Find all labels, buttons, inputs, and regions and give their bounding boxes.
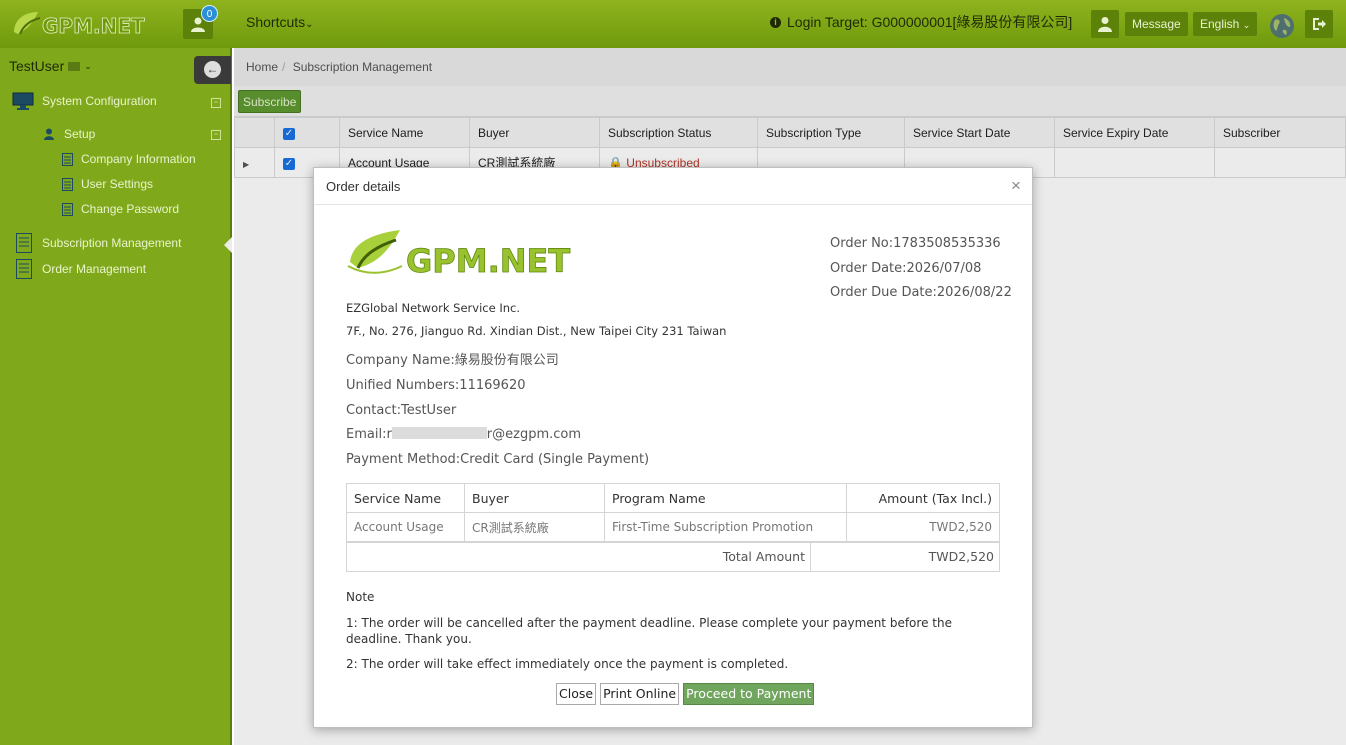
sidebar-item-label: Change Password [81, 202, 180, 216]
document-icon [16, 233, 32, 253]
total-label: Total Amount [346, 541, 811, 572]
globe-icon[interactable] [1269, 13, 1295, 39]
sidebar-item-subscription-management[interactable]: Subscription Management [14, 233, 181, 253]
document-icon [62, 177, 73, 191]
username: TestUser [9, 58, 65, 74]
total-row: Total Amount TWD2,520 [346, 541, 1000, 572]
order-items-table: Service Name Buyer Program Name Amount (… [346, 483, 1000, 542]
order-number: Order No:1783508535336 [830, 236, 1001, 251]
note-item-2: 2: The order will take effect immediatel… [346, 656, 789, 671]
top-bar: GPM.NET 0 Shortcuts⌄ i Login Target: G00… [0, 0, 1346, 48]
notifications-button[interactable]: 0 [183, 5, 218, 39]
language-label: English [1200, 17, 1240, 31]
monitor-icon [12, 92, 34, 110]
unified-numbers: Unified Numbers:11169620 [346, 377, 526, 393]
gpm-net-logo[interactable]: GPM.NET [10, 8, 165, 40]
column-header: Buyer [464, 483, 605, 513]
chevron-down-icon: ⌄ [1242, 20, 1251, 30]
note-title: Note [346, 590, 375, 604]
note-item-1: 1: The order will be cancelled after the… [346, 615, 952, 647]
chevron-down-icon: ⌄ [84, 60, 92, 71]
info-icon: i [770, 16, 781, 28]
total-value: TWD2,520 [810, 541, 1000, 572]
sidebar-item-label: User Settings [81, 177, 154, 191]
column-header: Service Name [346, 483, 465, 513]
cell-service-name: Account Usage [346, 512, 465, 542]
email-prefix: Email:r [346, 427, 392, 443]
gpm-net-logo: GPM.NET [347, 230, 571, 280]
seller-info: EZGlobal Network Service Inc. 7F., No. 2… [346, 297, 726, 343]
sidebar-item-label: Order Management [42, 262, 147, 276]
email-suffix: r@ezgpm.com [486, 427, 582, 443]
contact: Contact:TestUser [346, 402, 457, 418]
logout-button[interactable] [1305, 10, 1333, 38]
seller-address: 7F., No. 276, Jianguo Rd. Xindian Dist.,… [346, 324, 727, 338]
svg-text:GPM.NET: GPM.NET [406, 242, 570, 280]
language-select[interactable]: English ⌄ [1193, 12, 1258, 36]
email: Email:r r@ezgpm.com [346, 423, 649, 448]
document-icon [62, 152, 73, 166]
cell-program-name: First-Time Subscription Promotion [604, 512, 847, 542]
document-icon [16, 259, 32, 279]
sidebar-item-system-configuration[interactable]: System Configuration [12, 92, 157, 110]
note-section: Note 1: The order will be cancelled afte… [346, 589, 1002, 680]
dialog-header: Order details × [314, 168, 1032, 205]
sidebar: TestUser ⌄ ← System Configuration − Setu… [0, 48, 232, 745]
svg-text:GPM.NET: GPM.NET [42, 14, 145, 38]
close-icon[interactable]: × [1011, 176, 1021, 196]
company-name: Company Name:綠易股份有限公司 [346, 353, 559, 368]
sidebar-item-label: System Configuration [42, 94, 157, 108]
user-profile-button[interactable] [1091, 10, 1119, 38]
login-target-text: Login Target: G000000001[綠易股份有限公司] [787, 14, 1073, 30]
payment-method: Payment Method:Credit Card (Single Payme… [346, 452, 650, 468]
proceed-to-payment-button[interactable]: Proceed to Payment [683, 683, 815, 705]
collapse-icon[interactable]: − [211, 130, 221, 140]
buyer-details: Company Name:綠易股份有限公司 Unified Numbers:11… [346, 349, 649, 473]
order-info: Order No:1783508535336 Order Date:2026/0… [830, 232, 1012, 306]
order-details-dialog: Order details × GPM.NET Order No:1783508… [313, 167, 1033, 728]
collapse-icon[interactable]: − [211, 98, 221, 108]
column-header: Program Name [604, 483, 847, 513]
total-table: Total Amount TWD2,520 [346, 541, 1000, 572]
chevron-down-icon: ⌄ [305, 19, 314, 30]
arrow-left-icon: ← [204, 61, 221, 78]
redacted-region [391, 427, 487, 440]
print-online-button[interactable]: Print Online [600, 683, 680, 705]
sidebar-item-company-information[interactable]: Company Information [62, 152, 196, 166]
login-target: i Login Target: G000000001[綠易股份有限公司] [770, 12, 1072, 32]
cell-amount: TWD2,520 [846, 512, 1000, 542]
table-header-row: Service Name Buyer Program Name Amount (… [346, 483, 1000, 513]
active-item-pointer [224, 237, 232, 253]
table-row: Account Usage CR測試系統廠 First-Time Subscri… [346, 512, 1000, 542]
close-button[interactable]: Close [556, 683, 597, 705]
order-due-date: Order Due Date:2026/08/22 [830, 285, 1012, 300]
collapse-sidebar-button[interactable]: ← [194, 56, 231, 84]
shortcuts-menu[interactable]: Shortcuts⌄ [246, 14, 314, 30]
sidebar-item-user-settings[interactable]: User Settings [62, 177, 153, 191]
user-gear-icon [44, 128, 54, 140]
logout-icon [1313, 18, 1326, 30]
dialog-title: Order details [326, 179, 401, 194]
sidebar-item-change-password[interactable]: Change Password [62, 202, 179, 216]
message-button[interactable]: Message [1125, 12, 1188, 36]
envelope-icon [68, 61, 81, 71]
seller-name: EZGlobal Network Service Inc. [346, 301, 520, 315]
order-date: Order Date:2026/07/08 [830, 260, 982, 276]
sidebar-item-order-management[interactable]: Order Management [14, 259, 146, 279]
shortcuts-label: Shortcuts [246, 14, 306, 30]
sidebar-item-setup[interactable]: Setup [44, 127, 95, 141]
sidebar-item-label: Setup [64, 127, 96, 141]
user-icon [1098, 17, 1112, 32]
column-header: Amount (Tax Incl.) [846, 483, 1000, 513]
sidebar-item-label: Subscription Management [42, 236, 182, 250]
document-icon [62, 202, 73, 216]
cell-buyer: CR測試系統廠 [464, 512, 605, 542]
user-menu[interactable]: TestUser ⌄ [9, 58, 92, 74]
sidebar-item-label: Company Information [81, 152, 196, 166]
notification-count-badge: 0 [201, 5, 218, 22]
dialog-actions: Close Print Online Proceed to Payment [556, 683, 815, 705]
